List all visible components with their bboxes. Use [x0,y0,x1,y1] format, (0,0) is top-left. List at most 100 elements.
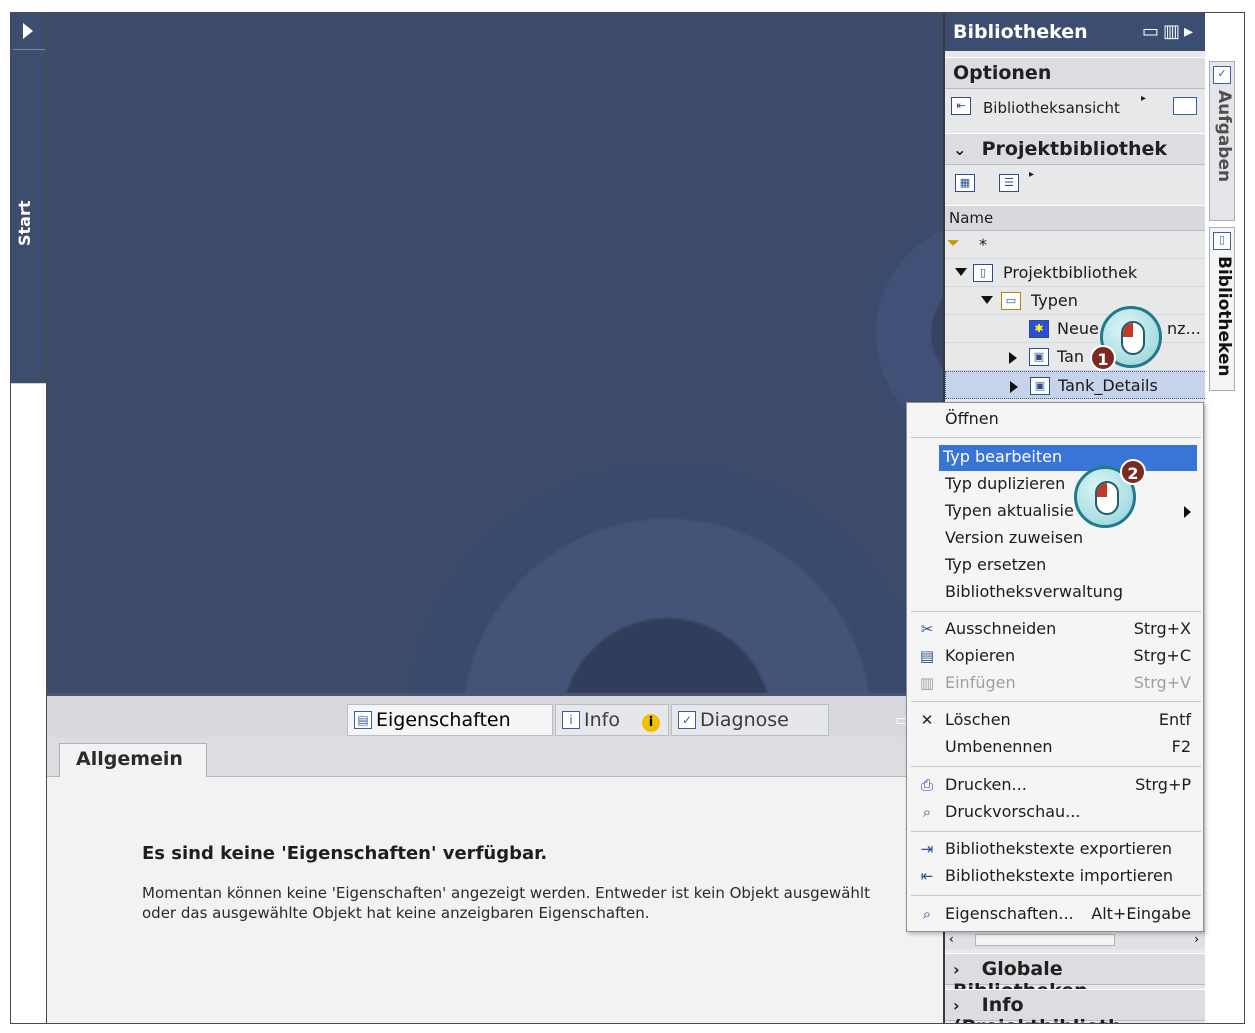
menu-item-update-types[interactable]: Typen aktualisie [909,499,1201,525]
divider [13,49,45,50]
panel-controls[interactable]: ▭▥▸ [1142,21,1197,42]
menu-item-edit-type[interactable]: Typ bearbeiten [939,445,1197,471]
scissors-icon: ✂ [920,620,934,638]
tab-label: Info [584,709,620,731]
tab-aufgaben[interactable]: ✓ Aufgaben [1209,61,1235,221]
chevron-right-icon: › [953,996,960,1015]
info-project-library-header[interactable]: › Info (Projektbiblioth... [945,989,1207,1023]
list-view-icon[interactable]: ☰ [999,174,1019,192]
tab-bibliotheken[interactable]: ▯ Bibliotheken [1209,227,1235,391]
menu-item-label: Umbenennen [945,737,1053,756]
collapse-arrow-icon[interactable] [955,268,967,276]
menu-item-label: Öffnen [945,409,999,428]
tree-item-tank-details[interactable]: ▣ Tank_Details [945,371,1207,399]
menu-separator [911,831,1201,832]
toggle-view-icon[interactable] [1173,97,1197,115]
tree-item-project-library[interactable]: ▯ Projektbibliothek [945,259,1207,287]
chevron-right-icon: › [953,960,960,979]
print-preview-icon: ⌕ [922,803,932,821]
tasks-icon: ✓ [1213,66,1231,84]
collapse-arrow-icon[interactable] [981,296,993,304]
menu-item-label: Typ bearbeiten [943,447,1063,466]
inspector-body: Es sind keine 'Eigenschaften' verfügbar.… [47,777,943,1023]
tree-item-label: Neue [1057,319,1099,338]
menu-item-label: Typen aktualisie [945,501,1074,520]
inspector-tab-bar: ▤ Eigenschaften i Info i ✓ Diagnose ▭ ▥ [47,693,943,737]
library-view-label[interactable]: Bibliotheksansicht [983,99,1120,117]
delete-icon: ✕ [920,711,934,729]
menu-item-library-management[interactable]: Bibliotheksverwaltung [909,580,1201,606]
open-library-icon[interactable]: ▦ [955,174,975,192]
horizontal-scrollbar[interactable]: ‹ › [945,931,1207,949]
export-icon: ⇥ [920,840,934,858]
diagnostics-icon: ✓ [678,711,696,729]
type-block-icon: ▣ [1030,377,1050,395]
tab-diagnose[interactable]: ✓ Diagnose [671,704,829,736]
library-view-icon[interactable]: ⇤ [951,97,971,115]
project-library-header[interactable]: ⌄ Projektbibliothek [945,133,1207,165]
side-tab-label: Bibliotheken [1214,256,1234,377]
menu-item-print[interactable]: ⎙ Drucken... Strg+P [909,773,1201,799]
folder-icon: ▭ [1001,292,1021,310]
expand-arrow-icon[interactable] [23,23,33,39]
library-title: Bibliotheken [953,21,1088,43]
empty-state-text: Momentan können keine 'Eigenschaften' an… [142,884,870,922]
dropdown-arrow-icon[interactable]: ▸ [1141,93,1146,104]
tab-allgemein[interactable]: Allgemein [59,743,207,777]
dropdown-arrow-icon[interactable]: ▸ [1029,169,1034,180]
menu-item-assign-version[interactable]: Version zuweisen [909,526,1201,552]
menu-item-label: Bibliothekstexte importieren [945,866,1173,885]
tree-item-label: Typen [1031,291,1078,310]
menu-item-label: Version zuweisen [945,528,1084,547]
expand-arrow-icon[interactable] [1010,381,1018,393]
menu-separator [911,766,1201,767]
menu-separator [911,895,1201,896]
menu-item-open[interactable]: Öffnen [909,407,1201,433]
menu-item-replace-type[interactable]: Typ ersetzen [909,553,1201,579]
menu-item-duplicate-type[interactable]: Typ duplizieren [909,472,1201,498]
tab-info[interactable]: i Info i [555,704,669,736]
options-header[interactable]: Optionen [945,57,1207,89]
menu-separator [911,437,1201,438]
library-book-icon: ▯ [973,264,993,282]
empty-state-title: Es sind keine 'Eigenschaften' verfügbar. [142,843,548,864]
options-title: Optionen [953,62,1052,84]
left-button-indicator [1097,483,1107,497]
menu-item-label: Ausschneiden [945,619,1057,638]
tree-item-types[interactable]: ▭ Typen [945,287,1207,315]
expand-arrow-icon[interactable] [1009,352,1017,364]
menu-item-rename[interactable]: Umbenennen F2 [909,735,1201,761]
menu-item-label: Einfügen [945,673,1016,692]
menu-separator [911,611,1201,612]
menu-item-paste[interactable]: ▥ Einfügen Strg+V [909,671,1201,697]
step-badge: 1 [1090,345,1116,371]
tab-eigenschaften[interactable]: ▤ Eigenschaften [347,704,553,736]
scroll-left-icon[interactable]: ‹ [949,932,954,946]
scroll-right-icon[interactable]: › [1194,932,1199,946]
menu-item-label: Typ duplizieren [945,474,1066,493]
menu-item-label: Bibliothekstexte exportieren [945,839,1172,858]
menu-item-import-texts[interactable]: ⇤ Bibliothekstexte importieren [909,864,1201,890]
filter-icon[interactable]: ⏷ [947,233,960,253]
tree-item-tank[interactable]: ▣ Tan [945,343,1207,371]
menu-item-copy[interactable]: ▤ Kopieren Strg+C [909,644,1201,670]
shortcut: F2 [1171,737,1191,756]
global-libraries-header[interactable]: › Globale Bibliotheken [945,953,1207,1002]
work-area [47,13,943,693]
menu-item-print-preview[interactable]: ⌕ Druckvorschau... [909,800,1201,826]
tree-item-new-type[interactable]: ✱ Neue nz... [945,315,1207,343]
scroll-thumb[interactable] [975,934,1115,946]
filter-row[interactable]: ⏷ * [945,231,1207,259]
printer-icon: ⎙ [920,776,933,794]
menu-item-export-texts[interactable]: ⇥ Bibliothekstexte exportieren [909,837,1201,863]
filter-value: * [979,235,987,254]
start-label[interactable]: Start [15,193,43,253]
shortcut: Strg+P [1135,775,1191,794]
column-header[interactable]: Name [945,205,1207,231]
menu-item-label: Drucken... [945,775,1027,794]
menu-item-properties[interactable]: ⌕ Eigenschaften... Alt+Eingabe [909,902,1201,928]
tree-item-label: Tan [1057,347,1085,366]
menu-item-delete[interactable]: ✕ Löschen Entf [909,708,1201,734]
menu-item-cut[interactable]: ✂ Ausschneiden Strg+X [909,617,1201,643]
start-panel[interactable]: Start [11,13,47,383]
